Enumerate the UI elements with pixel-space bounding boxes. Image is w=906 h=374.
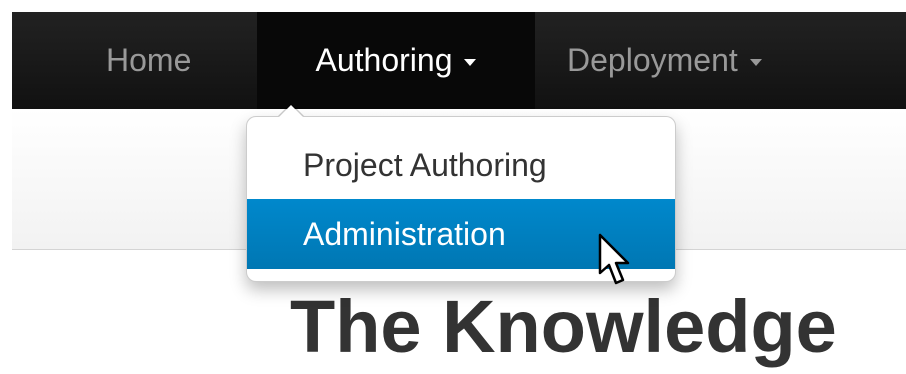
menu-item-project-authoring[interactable]: Project Authoring [247, 130, 675, 200]
nav-item-home[interactable]: Home [106, 12, 191, 109]
page-title: The Knowledge [290, 285, 837, 368]
caret-down-icon [464, 59, 477, 66]
top-navbar: Home Authoring Deployment [12, 12, 906, 109]
menu-item-label: Project Authoring [303, 146, 547, 183]
nav-item-deployment[interactable]: Deployment [567, 12, 762, 109]
nav-item-home-label: Home [106, 42, 192, 78]
nav-item-deployment-label: Deployment [567, 42, 738, 78]
nav-item-authoring[interactable]: Authoring [257, 12, 535, 109]
menu-item-label: Administration [303, 215, 506, 252]
nav-item-authoring-label: Authoring [315, 42, 453, 78]
dropdown-arrow [279, 105, 303, 117]
mouse-pointer-icon [598, 233, 630, 285]
caret-down-icon [749, 59, 762, 66]
